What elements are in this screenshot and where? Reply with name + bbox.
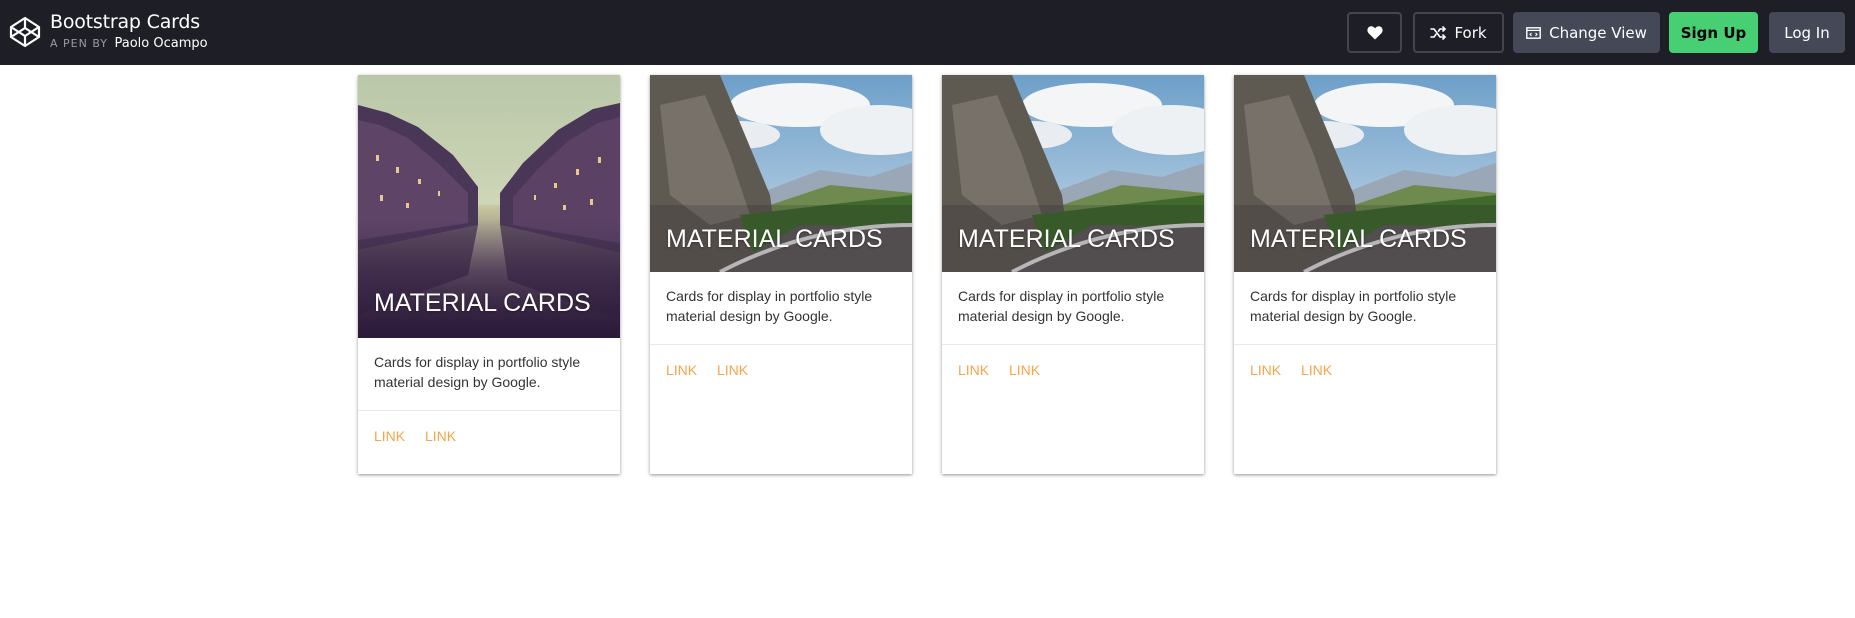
card-link[interactable]: LINK xyxy=(425,428,456,444)
pen-byline: A PEN BY Paolo Ocampo xyxy=(50,36,208,51)
top-bar: Bootstrap Cards A PEN BY Paolo Ocampo Fo… xyxy=(0,0,1855,65)
change-view-label: Change View xyxy=(1549,23,1647,42)
card-link[interactable]: LINK xyxy=(958,362,989,378)
card-title: MATERIAL CARDS xyxy=(958,225,1175,253)
card-divider xyxy=(650,344,912,345)
card-description: Cards for display in portfolio style mat… xyxy=(666,288,873,324)
card-title: MATERIAL CARDS xyxy=(374,289,591,317)
log-in-button[interactable]: Log In xyxy=(1769,12,1845,53)
pen-title: Bootstrap Cards xyxy=(50,11,200,33)
card-link[interactable]: LINK xyxy=(717,362,748,378)
card-description: Cards for display in portfolio style mat… xyxy=(1250,288,1457,324)
card-title: MATERIAL CARDS xyxy=(666,225,883,253)
heart-button[interactable] xyxy=(1347,12,1402,53)
card-divider xyxy=(358,410,620,411)
author-link[interactable]: Paolo Ocampo xyxy=(115,36,208,51)
material-card: MATERIAL CARDS Cards for display in port… xyxy=(358,75,620,474)
card-link[interactable]: LINK xyxy=(666,362,697,378)
sign-up-button[interactable]: Sign Up xyxy=(1669,12,1758,53)
card-link[interactable]: LINK xyxy=(1009,362,1040,378)
heart-icon xyxy=(1366,26,1383,40)
card-divider xyxy=(942,344,1204,345)
change-view-icon xyxy=(1526,26,1541,39)
card-divider xyxy=(1234,344,1496,345)
card-link[interactable]: LINK xyxy=(1250,362,1281,378)
fork-label: Fork xyxy=(1454,23,1487,42)
fork-icon xyxy=(1430,25,1447,40)
material-card: MATERIAL CARDS Cards for display in port… xyxy=(650,75,912,474)
card-description: Cards for display in portfolio style mat… xyxy=(374,354,581,390)
change-view-button[interactable]: Change View xyxy=(1513,12,1660,53)
card-link[interactable]: LINK xyxy=(1301,362,1332,378)
fork-button[interactable]: Fork xyxy=(1413,12,1504,53)
material-card: MATERIAL CARDS Cards for display in port… xyxy=(942,75,1204,474)
card-link[interactable]: LINK xyxy=(374,428,405,444)
material-card: MATERIAL CARDS Cards for display in port… xyxy=(1234,75,1496,474)
byline-prefix: A PEN BY xyxy=(50,37,108,50)
card-description: Cards for display in portfolio style mat… xyxy=(958,288,1165,324)
codepen-logo-icon[interactable] xyxy=(9,16,41,48)
card-title: MATERIAL CARDS xyxy=(1250,225,1467,253)
